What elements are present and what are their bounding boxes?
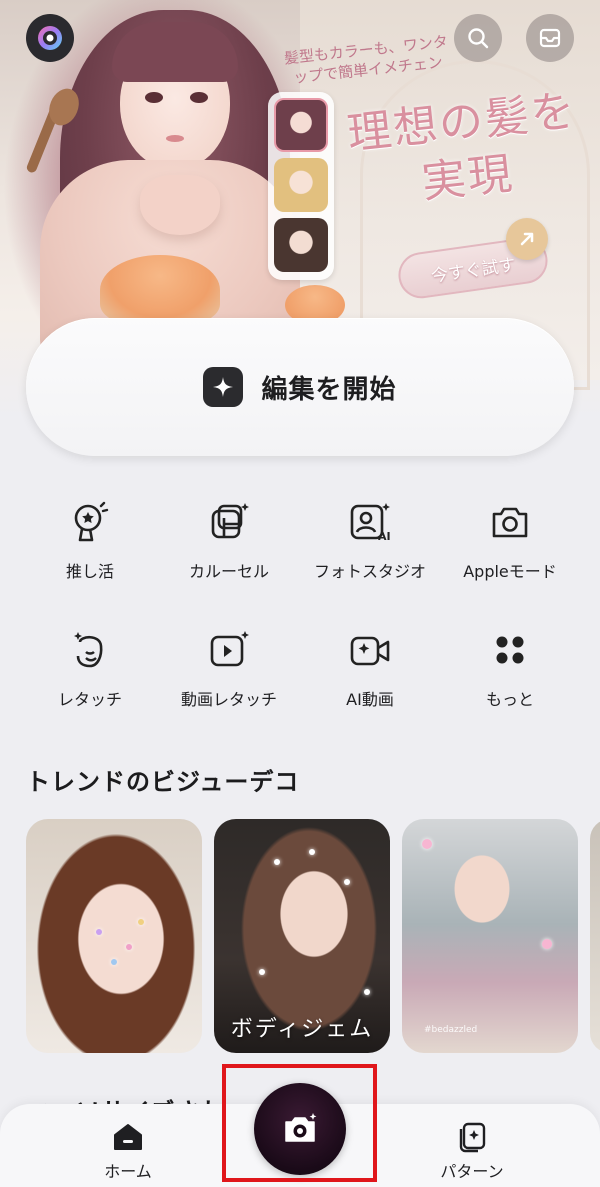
start-editing-label: 編集を開始 xyxy=(261,374,397,405)
inbox-button[interactable] xyxy=(526,14,574,62)
tool-ai-video[interactable]: AI動画 xyxy=(295,628,445,728)
trend-card[interactable] xyxy=(26,819,202,1053)
tool-photo-studio[interactable]: AI フォトスタジオ xyxy=(295,500,445,600)
gem-decoration xyxy=(138,919,144,925)
gem-decoration xyxy=(259,969,265,975)
hairstyle-thumbnail[interactable] xyxy=(274,218,328,272)
inbox-icon xyxy=(539,28,561,48)
search-button[interactable] xyxy=(454,14,502,62)
highlight-box xyxy=(222,1064,377,1182)
star-decoration xyxy=(542,939,552,949)
fan-icon xyxy=(74,501,109,542)
tool-carousel[interactable]: カルーセル xyxy=(154,500,304,600)
star-decoration xyxy=(422,839,432,849)
model-eye xyxy=(190,92,208,103)
carousel-icon xyxy=(211,503,249,539)
gem-decoration xyxy=(309,849,315,855)
camera-icon xyxy=(492,507,528,538)
home-icon xyxy=(114,1124,142,1150)
gem-decoration xyxy=(111,959,117,965)
gem-decoration xyxy=(274,859,280,865)
nav-pattern-label: パターン xyxy=(440,1162,504,1181)
tool-video-retouch[interactable]: 動画レタッチ xyxy=(154,628,304,728)
model-eye xyxy=(145,92,163,103)
tool-label: 推し活 xyxy=(65,562,114,581)
gem-decoration xyxy=(344,879,350,885)
sparkle-icon xyxy=(203,367,244,407)
tool-oshikatsu[interactable]: 推し活 xyxy=(15,500,165,600)
gem-decoration xyxy=(364,989,370,995)
tool-label: AI動画 xyxy=(346,690,394,709)
tool-label: 動画レタッチ xyxy=(180,690,277,709)
tool-apple-mode[interactable]: Appleモード xyxy=(435,500,585,600)
trend-card-caption: ボディジェム xyxy=(230,1017,374,1042)
more-icon xyxy=(496,636,524,664)
tool-more[interactable]: もっと xyxy=(435,628,585,728)
nav-pattern[interactable]: パターン xyxy=(412,1120,532,1182)
trends-section-title: トレンドのビジューデコ xyxy=(26,768,300,796)
tool-retouch[interactable]: レタッチ xyxy=(15,628,165,728)
hairstyle-thumbnail[interactable] xyxy=(274,98,328,152)
tool-label: Appleモード xyxy=(463,562,557,581)
tool-label: フォトスタジオ xyxy=(313,562,426,581)
nav-home[interactable]: ホーム xyxy=(68,1120,188,1182)
gem-decoration xyxy=(96,929,102,935)
ai-portrait-icon: AI xyxy=(350,503,391,543)
trend-card-hashtag: #bedazzled xyxy=(424,1025,478,1035)
start-editing-button[interactable]: 編集を開始 xyxy=(26,318,574,456)
arrow-up-right-icon[interactable] xyxy=(506,218,548,260)
ai-video-icon xyxy=(350,636,390,666)
trend-card[interactable]: #bedazzled xyxy=(402,819,578,1053)
tool-label: レタッチ xyxy=(57,690,122,709)
video-retouch-icon xyxy=(210,631,249,667)
hairstyle-thumbnail-strip xyxy=(268,92,334,280)
model-lips xyxy=(166,135,184,142)
gem-decoration xyxy=(126,944,132,950)
nav-home-label: ホーム xyxy=(104,1162,152,1181)
model-bow xyxy=(140,175,220,235)
pattern-cards-icon xyxy=(459,1122,486,1153)
tool-label: もっと xyxy=(485,690,534,709)
dessert-image xyxy=(100,255,220,325)
search-icon xyxy=(468,28,489,49)
svg-text:AI: AI xyxy=(378,530,391,543)
app-logo-icon[interactable] xyxy=(26,14,74,62)
retouch-icon xyxy=(74,632,103,668)
tool-label: カルーセル xyxy=(188,562,269,581)
trend-card[interactable]: ボディジェム xyxy=(214,819,390,1053)
trend-card[interactable] xyxy=(590,819,600,1053)
model-bangs xyxy=(112,22,238,82)
hairstyle-thumbnail[interactable] xyxy=(274,158,328,212)
